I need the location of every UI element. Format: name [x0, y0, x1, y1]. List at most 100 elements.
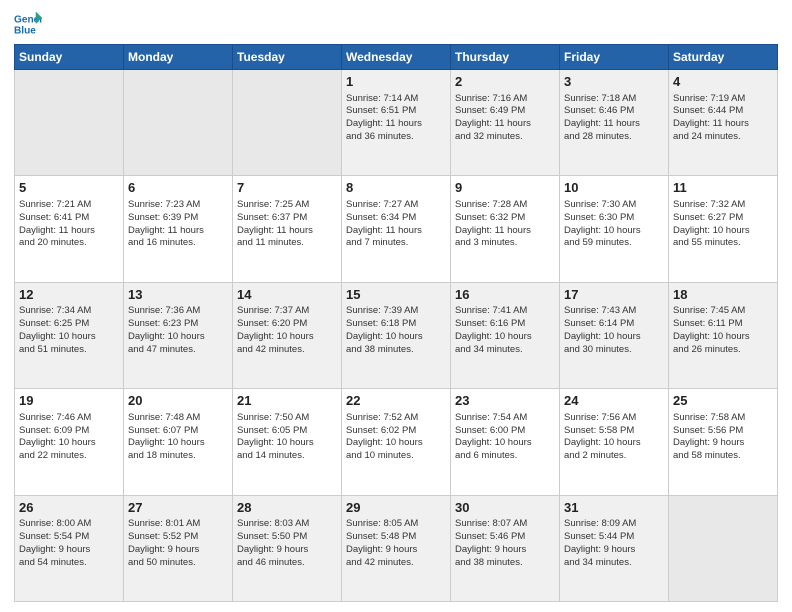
day-info: Daylight: 11 hours: [455, 118, 555, 131]
calendar-cell: 5Sunrise: 7:21 AMSunset: 6:41 PMDaylight…: [15, 176, 124, 282]
day-info: and 32 minutes.: [455, 131, 555, 144]
day-info: Sunrise: 7:56 AM: [564, 412, 664, 425]
day-info: Daylight: 9 hours: [564, 544, 664, 557]
day-info: Sunrise: 7:32 AM: [673, 199, 773, 212]
day-number: 28: [237, 499, 337, 517]
day-info: and 58 minutes.: [673, 450, 773, 463]
day-info: Daylight: 10 hours: [346, 437, 446, 450]
day-info: Sunrise: 7:43 AM: [564, 305, 664, 318]
weekday-header-row: SundayMondayTuesdayWednesdayThursdayFrid…: [15, 45, 778, 70]
day-info: Daylight: 11 hours: [346, 118, 446, 131]
calendar-cell: 8Sunrise: 7:27 AMSunset: 6:34 PMDaylight…: [342, 176, 451, 282]
calendar-cell: 13Sunrise: 7:36 AMSunset: 6:23 PMDayligh…: [124, 282, 233, 388]
day-number: 11: [673, 179, 773, 197]
calendar-cell: 28Sunrise: 8:03 AMSunset: 5:50 PMDayligh…: [233, 495, 342, 601]
calendar-cell: [15, 70, 124, 176]
day-info: Daylight: 9 hours: [673, 437, 773, 450]
weekday-header-wednesday: Wednesday: [342, 45, 451, 70]
day-info: Sunset: 6:51 PM: [346, 105, 446, 118]
weekday-header-monday: Monday: [124, 45, 233, 70]
weekday-header-saturday: Saturday: [669, 45, 778, 70]
day-info: and 18 minutes.: [128, 450, 228, 463]
calendar-cell: 7Sunrise: 7:25 AMSunset: 6:37 PMDaylight…: [233, 176, 342, 282]
weekday-header-thursday: Thursday: [451, 45, 560, 70]
day-info: Sunset: 6:16 PM: [455, 318, 555, 331]
day-info: Daylight: 10 hours: [19, 331, 119, 344]
day-info: Sunset: 6:07 PM: [128, 425, 228, 438]
day-info: Sunrise: 7:50 AM: [237, 412, 337, 425]
header: General Blue: [14, 10, 778, 38]
day-number: 13: [128, 286, 228, 304]
day-info: Sunrise: 8:00 AM: [19, 518, 119, 531]
day-number: 6: [128, 179, 228, 197]
day-info: and 2 minutes.: [564, 450, 664, 463]
day-info: Sunset: 6:39 PM: [128, 212, 228, 225]
day-info: and 10 minutes.: [346, 450, 446, 463]
day-info: Sunset: 6:02 PM: [346, 425, 446, 438]
weekday-header-friday: Friday: [560, 45, 669, 70]
day-info: and 30 minutes.: [564, 344, 664, 357]
day-number: 2: [455, 73, 555, 91]
weekday-header-sunday: Sunday: [15, 45, 124, 70]
day-info: Sunset: 6:37 PM: [237, 212, 337, 225]
calendar-cell: 24Sunrise: 7:56 AMSunset: 5:58 PMDayligh…: [560, 389, 669, 495]
day-info: Sunset: 6:30 PM: [564, 212, 664, 225]
calendar-cell: 30Sunrise: 8:07 AMSunset: 5:46 PMDayligh…: [451, 495, 560, 601]
day-number: 26: [19, 499, 119, 517]
calendar-cell: 3Sunrise: 7:18 AMSunset: 6:46 PMDaylight…: [560, 70, 669, 176]
day-info: Sunrise: 7:14 AM: [346, 93, 446, 106]
calendar-cell: 2Sunrise: 7:16 AMSunset: 6:49 PMDaylight…: [451, 70, 560, 176]
day-info: Daylight: 10 hours: [128, 331, 228, 344]
day-number: 30: [455, 499, 555, 517]
day-info: Sunset: 6:05 PM: [237, 425, 337, 438]
calendar-cell: 16Sunrise: 7:41 AMSunset: 6:16 PMDayligh…: [451, 282, 560, 388]
logo: General Blue: [14, 10, 46, 38]
calendar-cell: 1Sunrise: 7:14 AMSunset: 6:51 PMDaylight…: [342, 70, 451, 176]
calendar-cell: 12Sunrise: 7:34 AMSunset: 6:25 PMDayligh…: [15, 282, 124, 388]
day-info: Daylight: 10 hours: [455, 437, 555, 450]
day-number: 22: [346, 392, 446, 410]
day-info: and 54 minutes.: [19, 557, 119, 570]
svg-text:Blue: Blue: [14, 25, 36, 36]
day-info: Sunrise: 7:54 AM: [455, 412, 555, 425]
calendar-cell: [669, 495, 778, 601]
calendar-cell: 18Sunrise: 7:45 AMSunset: 6:11 PMDayligh…: [669, 282, 778, 388]
day-info: Daylight: 9 hours: [128, 544, 228, 557]
day-info: Daylight: 10 hours: [673, 331, 773, 344]
day-number: 29: [346, 499, 446, 517]
day-info: Daylight: 10 hours: [19, 437, 119, 450]
calendar-cell: 6 Sunrise: 7:23 AMSunset: 6:39 PMDaylight…: [124, 176, 233, 282]
day-info: Daylight: 11 hours: [128, 225, 228, 238]
day-info: and 55 minutes.: [673, 237, 773, 250]
day-number: 24: [564, 392, 664, 410]
calendar-cell: 25Sunrise: 7:58 AMSunset: 5:56 PMDayligh…: [669, 389, 778, 495]
day-info: Sunrise: 7:39 AM: [346, 305, 446, 318]
day-info: Daylight: 9 hours: [346, 544, 446, 557]
calendar-page: General Blue SundayMondayTuesdayWednesda…: [0, 0, 792, 612]
day-number: 15: [346, 286, 446, 304]
day-info: and 46 minutes.: [237, 557, 337, 570]
day-info: Daylight: 10 hours: [237, 437, 337, 450]
day-number: 3: [564, 73, 664, 91]
day-number: 16: [455, 286, 555, 304]
calendar-cell: 27Sunrise: 8:01 AMSunset: 5:52 PMDayligh…: [124, 495, 233, 601]
calendar-week-2: 5Sunrise: 7:21 AMSunset: 6:41 PMDaylight…: [15, 176, 778, 282]
day-number: 20: [128, 392, 228, 410]
day-info: Daylight: 9 hours: [455, 544, 555, 557]
day-info: Daylight: 11 hours: [346, 225, 446, 238]
day-info: Sunset: 6:32 PM: [455, 212, 555, 225]
day-info: Sunset: 5:54 PM: [19, 531, 119, 544]
day-info: Sunrise: 7:23 AM: [128, 199, 228, 212]
day-number: 12: [19, 286, 119, 304]
day-info: and 28 minutes.: [564, 131, 664, 144]
day-info: and 6 minutes.: [455, 450, 555, 463]
day-info: Sunset: 5:44 PM: [564, 531, 664, 544]
day-info: Daylight: 11 hours: [564, 118, 664, 131]
day-info: and 20 minutes.: [19, 237, 119, 250]
day-info: Sunrise: 7:25 AM: [237, 199, 337, 212]
day-info: and 3 minutes.: [455, 237, 555, 250]
day-info: and 59 minutes.: [564, 237, 664, 250]
calendar-cell: 23Sunrise: 7:54 AMSunset: 6:00 PMDayligh…: [451, 389, 560, 495]
day-number: 5: [19, 179, 119, 197]
calendar-week-5: 26Sunrise: 8:00 AMSunset: 5:54 PM Dayligh…: [15, 495, 778, 601]
